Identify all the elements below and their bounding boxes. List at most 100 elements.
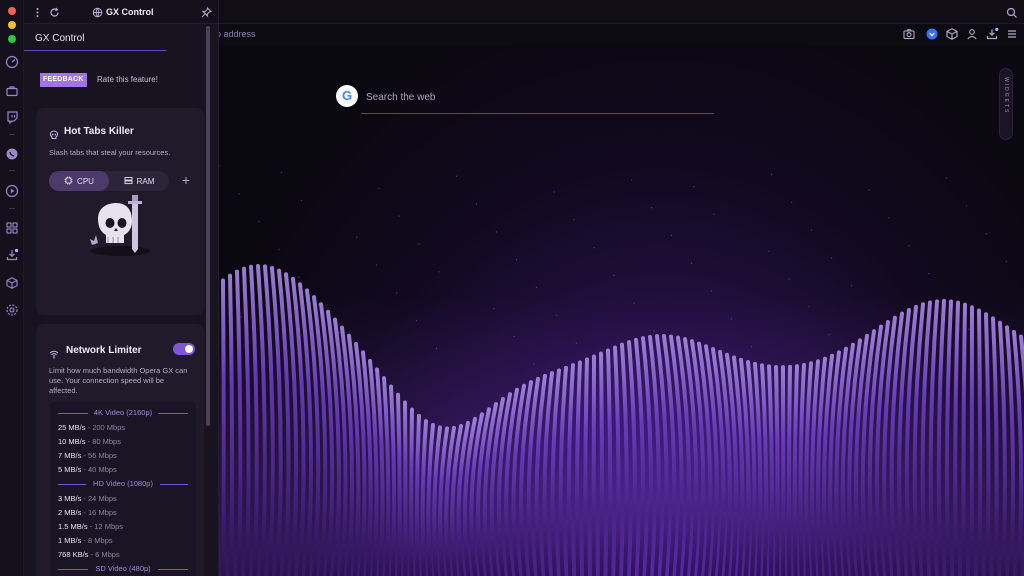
- group-header: HD Video (1080p): [50, 479, 196, 489]
- cpu-option[interactable]: CPU: [49, 171, 109, 191]
- add-resource-button[interactable]: +: [179, 171, 193, 189]
- star-speck: [515, 259, 518, 261]
- network-description-line-1: Limit how much bandwidth Opera GX can: [49, 366, 188, 375]
- widgets-handle[interactable]: WIDGETS: [999, 68, 1013, 140]
- star-speck: [375, 264, 378, 266]
- speed-option[interactable]: 768 KB/s - 6 Mbps: [58, 550, 120, 559]
- network-description-line-2: use. Your connection speed will be: [49, 376, 165, 385]
- star-speck: [278, 248, 280, 251]
- rail-divider: [9, 208, 15, 209]
- rate-feature-text: Rate this feature!: [97, 75, 158, 84]
- star-speck: [355, 236, 358, 238]
- panel-heading: GX Control: [35, 33, 85, 44]
- rail-divider: [9, 170, 15, 171]
- profile-icon[interactable]: [965, 27, 979, 41]
- star-speck: [945, 177, 948, 179]
- star-speck: [868, 189, 870, 191]
- group-header: SD Video (480p): [50, 564, 196, 574]
- ram-icon: [124, 176, 133, 185]
- wave-ridge: [221, 278, 226, 576]
- group-header: 4K Video (2160p): [50, 408, 196, 418]
- hot-tabs-killer-card: Hot Tabs Killer Slash tabs that steal yo…: [36, 108, 204, 315]
- star-speck: [888, 217, 890, 219]
- star-speck: [493, 307, 495, 310]
- window-maximize-dot[interactable]: [8, 35, 16, 43]
- extensions-icon[interactable]: [5, 221, 19, 235]
- speed-option[interactable]: 3 MB/s - 24 Mbps: [58, 494, 117, 503]
- wave-ridge: [599, 351, 604, 576]
- box-icon[interactable]: [945, 27, 959, 41]
- panel-header: GX Control: [24, 0, 218, 24]
- menu-icon[interactable]: [1005, 27, 1019, 41]
- star-speck: [573, 219, 575, 221]
- panel-scrollbar[interactable]: [206, 26, 210, 426]
- feedback-button[interactable]: FEEDBACK: [40, 73, 87, 87]
- star-speck: [693, 185, 695, 188]
- rail-divider: [9, 134, 15, 135]
- star-speck: [670, 234, 673, 237]
- star-speck: [653, 330, 655, 332]
- network-limiter-title: Network Limiter: [66, 345, 142, 356]
- globe-icon: [92, 7, 103, 18]
- speed-option[interactable]: 5 MB/s - 40 Mbps: [58, 465, 117, 474]
- star-speck: [240, 316, 243, 318]
- wave-ridge: [396, 392, 402, 576]
- star-speck: [475, 203, 478, 205]
- star-speck: [455, 175, 458, 177]
- settings-icon[interactable]: [5, 303, 19, 317]
- wave-ridge: [977, 308, 983, 576]
- web-search: G: [336, 83, 714, 117]
- cube-icon[interactable]: [5, 276, 19, 290]
- wave-ridge: [984, 312, 991, 576]
- speed-option[interactable]: 25 MB/s - 200 Mbps: [58, 423, 125, 432]
- more-options-icon[interactable]: [32, 7, 43, 18]
- speed-option[interactable]: 10 MB/s - 80 Mbps: [58, 437, 121, 446]
- star-speck: [908, 245, 910, 247]
- star-speck: [378, 187, 380, 190]
- window-minimize-dot[interactable]: [8, 21, 16, 29]
- briefcase-icon[interactable]: [5, 84, 19, 98]
- camera-icon[interactable]: [902, 27, 916, 41]
- speed-option[interactable]: 1 MB/s - 8 Mbps: [58, 536, 113, 545]
- star-speck: [808, 306, 810, 308]
- downloads-icon[interactable]: [5, 248, 19, 262]
- star-speck: [633, 302, 635, 304]
- star-speck: [238, 193, 240, 195]
- speed-dial-icon[interactable]: [5, 55, 19, 69]
- star-speck: [650, 207, 653, 209]
- skull-sword-illustration: [90, 195, 150, 256]
- whatsapp-icon[interactable]: [5, 147, 19, 161]
- twitch-icon[interactable]: [5, 110, 19, 124]
- speed-option[interactable]: 1.5 MB/s - 12 Mbps: [58, 522, 123, 531]
- star-speck: [828, 333, 830, 336]
- star-speck: [790, 201, 793, 203]
- search-underline: [361, 113, 714, 114]
- star-speck: [438, 271, 440, 273]
- star-speck: [513, 335, 515, 338]
- search-input[interactable]: [366, 86, 714, 108]
- wave-ridge: [414, 413, 421, 576]
- star-speck: [395, 292, 398, 294]
- speed-option[interactable]: 2 MB/s - 16 Mbps: [58, 508, 117, 517]
- star-speck: [1005, 260, 1008, 263]
- window-close-dot[interactable]: [8, 7, 16, 15]
- search-tabs-icon[interactable]: [1006, 6, 1018, 18]
- network-limiter-toggle[interactable]: [173, 343, 195, 355]
- star-speck: [533, 363, 535, 365]
- star-speck: [788, 278, 790, 280]
- player-icon[interactable]: [5, 184, 19, 198]
- star-speck: [730, 318, 733, 320]
- address-placeholder[interactable]: o address: [216, 29, 256, 39]
- speed-option[interactable]: 7 MB/s - 56 Mbps: [58, 451, 117, 460]
- star-speck: [810, 229, 813, 231]
- wifi-icon: [49, 346, 59, 359]
- reload-icon[interactable]: [49, 7, 60, 18]
- download-icon[interactable]: [985, 27, 999, 41]
- ram-option[interactable]: RAM: [109, 171, 169, 191]
- vpn-shield-icon[interactable]: [925, 27, 939, 41]
- gx-control-panel: GX Control GX Control FEEDBACK Rate this…: [24, 0, 219, 576]
- resource-selector: CPU RAM: [49, 171, 169, 191]
- star-speck: [300, 199, 303, 202]
- network-limiter-card: Network Limiter Limit how much bandwidth…: [36, 324, 204, 576]
- pin-icon[interactable]: [201, 7, 212, 18]
